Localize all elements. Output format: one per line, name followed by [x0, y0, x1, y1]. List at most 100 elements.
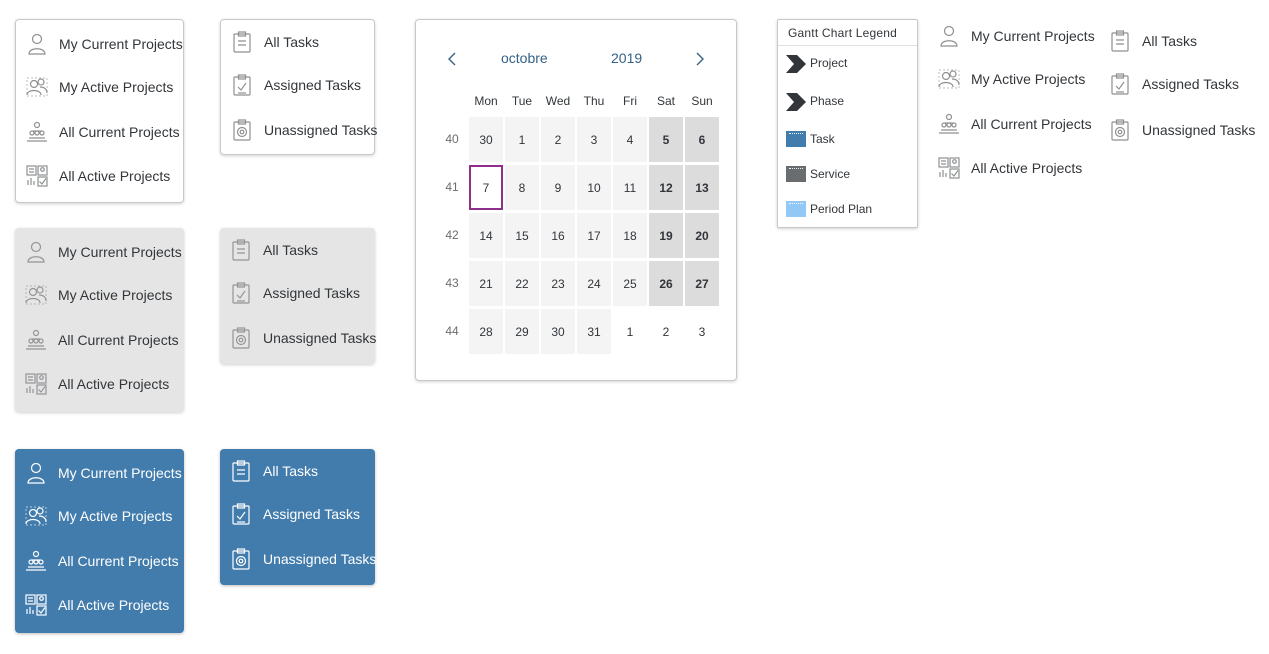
menu-item-all-active-projects[interactable]: All Active Projects [16, 162, 183, 190]
week-number: 44 [445, 324, 459, 338]
legend-item: Service [786, 164, 850, 184]
menu-item-label: Unassigned Tasks [263, 551, 377, 567]
month-button[interactable]: octobre [501, 50, 548, 70]
calendar-day[interactable]: 23 [541, 261, 575, 306]
calendar-day[interactable]: 8 [505, 165, 539, 210]
calendar-day[interactable]: 21 [469, 261, 503, 306]
menu-item-my-current-projects[interactable]: My Current Projects [15, 459, 184, 487]
menu-item-all-tasks[interactable]: All Tasks [1099, 27, 1259, 55]
calendar-day[interactable]: 29 [505, 309, 539, 354]
menu-item-label: All Active Projects [58, 597, 170, 613]
calendar-day[interactable]: 30 [469, 117, 503, 162]
menu-item-my-current-projects[interactable]: My Current Projects [928, 22, 1098, 50]
menu-item-my-active-projects[interactable]: My Active Projects [928, 65, 1098, 93]
group-icon [25, 505, 47, 527]
menu-item-unassigned-tasks[interactable]: Unassigned Tasks [220, 324, 377, 352]
menu-item-my-active-projects[interactable]: My Active Projects [15, 502, 184, 530]
menu-item-label: All Tasks [263, 463, 318, 479]
clipboard-check-icon [1109, 73, 1131, 95]
clipboard-icon [230, 460, 252, 482]
clipboard-target-icon [230, 327, 252, 349]
calendar-day[interactable]: 18 [613, 213, 647, 258]
calendar-day[interactable]: 31 [577, 309, 611, 354]
person-icon [25, 462, 47, 484]
menu-item-my-active-projects[interactable]: My Active Projects [15, 281, 184, 309]
menu-item-all-tasks[interactable]: All Tasks [220, 457, 375, 485]
calendar-day[interactable]: 6 [685, 117, 719, 162]
menu-item-label: My Current Projects [59, 36, 183, 52]
weekday-header: Mon [474, 94, 498, 108]
menu-item-my-active-projects[interactable]: My Active Projects [16, 73, 183, 101]
menu-item-label: My Current Projects [58, 465, 182, 481]
calendar-day[interactable]: 3 [577, 117, 611, 162]
week-number: 42 [445, 228, 459, 242]
calendar-day[interactable]: 3 [685, 309, 719, 354]
menu-item-label: Assigned Tasks [263, 506, 361, 522]
calendar-day[interactable]: 19 [649, 213, 683, 258]
weekday-header: Thu [583, 94, 605, 108]
menu-item-my-current-projects[interactable]: My Current Projects [16, 30, 183, 58]
next-month-button[interactable] [690, 48, 710, 70]
calendar-day[interactable]: 26 [649, 261, 683, 306]
menu-item-all-current-projects[interactable]: All Current Projects [15, 326, 184, 354]
menu-item-all-active-projects[interactable]: All Active Projects [15, 591, 184, 619]
clipboard-icon [231, 31, 253, 53]
week-number: 40 [445, 132, 459, 146]
calendar-day[interactable]: 11 [613, 165, 647, 210]
calendar-day[interactable]: 30 [541, 309, 575, 354]
legend-label: Period Plan [810, 202, 873, 216]
calendar-day[interactable]: 27 [685, 261, 719, 306]
clipboard-target-icon [230, 548, 252, 570]
gantt-legend: Gantt Chart Legend Project Phase Task Servi… [777, 19, 918, 228]
menu-item-assigned-tasks[interactable]: Assigned Tasks [221, 71, 374, 99]
calendar-day[interactable]: 5 [649, 117, 683, 162]
calendar-day[interactable]: 1 [505, 117, 539, 162]
calendar-day[interactable]: 14 [469, 213, 503, 258]
menu-item-unassigned-tasks[interactable]: Unassigned Tasks [221, 116, 377, 144]
menu-item-assigned-tasks[interactable]: Assigned Tasks [1099, 70, 1259, 98]
week-number: 43 [445, 276, 459, 290]
menu-item-my-current-projects[interactable]: My Current Projects [15, 238, 184, 266]
menu-item-label: All Current Projects [971, 116, 1092, 132]
menu-item-assigned-tasks[interactable]: Assigned Tasks [220, 279, 375, 307]
year-button[interactable]: 2019 [611, 50, 642, 70]
menu-item-all-current-projects[interactable]: All Current Projects [16, 118, 183, 146]
menu-item-label: All Current Projects [58, 332, 179, 348]
menu-item-all-tasks[interactable]: All Tasks [220, 236, 375, 264]
menu-item-label: All Current Projects [58, 553, 179, 569]
menu-item-label: All Tasks [1142, 33, 1197, 49]
legend-item: Project [786, 53, 847, 73]
calendar-day[interactable]: 2 [649, 309, 683, 354]
menu-item-unassigned-tasks[interactable]: Unassigned Tasks [1099, 116, 1259, 144]
calendar-day[interactable]: 7 [469, 165, 503, 210]
calendar-day[interactable]: 1 [613, 309, 647, 354]
calendar-day[interactable]: 16 [541, 213, 575, 258]
calendar-day[interactable]: 20 [685, 213, 719, 258]
weekday-header: Tue [511, 94, 533, 108]
menu-item-all-tasks[interactable]: All Tasks [221, 28, 374, 56]
weekday-header: Wed [545, 94, 571, 108]
calendar-day[interactable]: 13 [685, 165, 719, 210]
calendar-day[interactable]: 15 [505, 213, 539, 258]
calendar-day[interactable]: 24 [577, 261, 611, 306]
legend-title: Gantt Chart Legend [778, 20, 917, 46]
task-list-panel-white: All Tasks Assigned Tasks Unassigned Task… [220, 19, 377, 155]
clipboard-icon [230, 239, 252, 261]
calendar-day[interactable]: 2 [541, 117, 575, 162]
calendar-day[interactable]: 10 [577, 165, 611, 210]
menu-item-assigned-tasks[interactable]: Assigned Tasks [220, 500, 375, 528]
menu-item-label: Unassigned Tasks [263, 330, 377, 346]
calendar-day[interactable]: 25 [613, 261, 647, 306]
calendar-day[interactable]: 28 [469, 309, 503, 354]
calendar-day[interactable]: 4 [613, 117, 647, 162]
menu-item-all-current-projects[interactable]: All Current Projects [15, 547, 184, 575]
menu-item-all-active-projects[interactable]: All Active Projects [928, 154, 1098, 182]
calendar-day[interactable]: 12 [649, 165, 683, 210]
menu-item-all-current-projects[interactable]: All Current Projects [928, 110, 1098, 138]
menu-item-all-active-projects[interactable]: All Active Projects [15, 370, 184, 398]
calendar-day[interactable]: 22 [505, 261, 539, 306]
previous-month-button[interactable] [442, 48, 462, 70]
calendar-day[interactable]: 17 [577, 213, 611, 258]
menu-item-unassigned-tasks[interactable]: Unassigned Tasks [220, 545, 377, 573]
calendar-day[interactable]: 9 [541, 165, 575, 210]
